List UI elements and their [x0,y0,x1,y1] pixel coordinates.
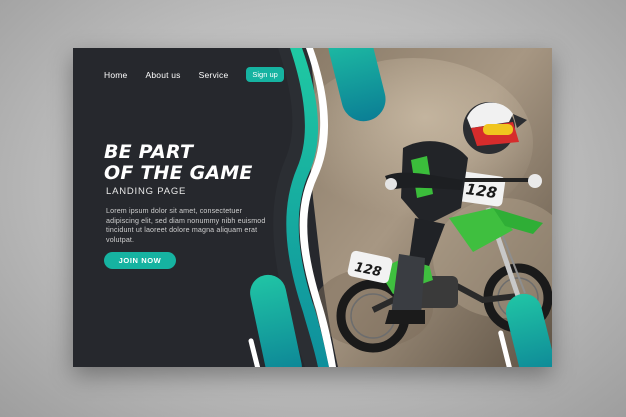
nav-link-service[interactable]: Service [199,70,229,80]
hero-subheading: LANDING PAGE [106,186,187,197]
nav-link-home[interactable]: Home [104,70,127,80]
landing-page-card: 128 128 Home About us Service Sign up BE… [73,48,552,367]
hero-headline-line-1: BE PART [104,141,194,163]
hero-body-text: Lorem ipsum dolor sit amet, consectetuer… [106,207,266,244]
hero-headline: BE PART OF THE GAME [104,142,253,184]
join-now-button[interactable]: JOIN NOW [104,252,176,269]
top-navigation: Home About us Service Sign up [104,67,284,82]
nav-link-about-us[interactable]: About us [145,70,180,80]
signup-button[interactable]: Sign up [246,67,284,82]
hero-headline-line-2: OF THE GAME [104,162,253,184]
